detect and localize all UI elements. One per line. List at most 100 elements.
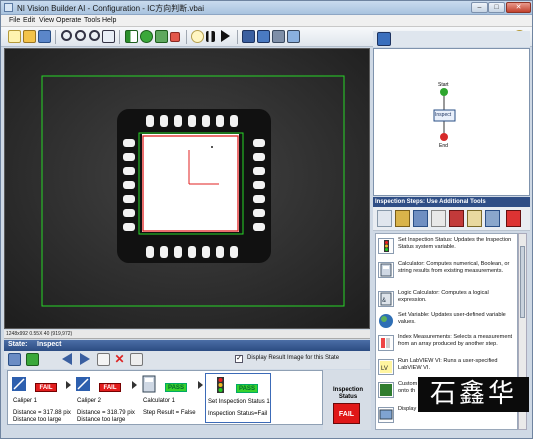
configure-state-machine-icon[interactable]	[377, 32, 391, 46]
step-status-badge: FAIL	[35, 383, 57, 392]
state-toolbar: ✕ ✓ Display Result Image for this State	[4, 351, 370, 369]
step-set-inspection-status-1[interactable]: PASS Set Inspection Status 1 Inspection …	[205, 373, 271, 423]
end-label: End	[439, 143, 448, 149]
acquire-images-icon[interactable]	[377, 210, 392, 227]
light-icon[interactable]	[191, 30, 204, 43]
run-loop-icon[interactable]	[140, 30, 153, 43]
custom-overlay-icon	[378, 382, 394, 398]
state-diagram[interactable]: Start Inspect End	[373, 48, 530, 196]
flow-panel-header	[373, 31, 530, 47]
window-title: NI Vision Builder AI - Configuration - I…	[17, 4, 205, 13]
index-icon	[378, 335, 394, 351]
step-item-set-inspection-status[interactable]: Set Inspection Status: Updates the Inspe…	[378, 237, 517, 257]
menu-operate[interactable]: Operate	[56, 17, 81, 24]
next-icon[interactable]	[221, 30, 230, 42]
display-result-label: Display Result Image for this State	[247, 355, 340, 361]
svg-text:LV: LV	[381, 366, 388, 372]
step-item-set-variable[interactable]: Set Variable: Updates user-defined varia…	[378, 312, 517, 332]
state-label: State:	[8, 341, 28, 348]
display-icon	[378, 407, 394, 423]
caliper-icon	[11, 375, 33, 393]
menu-edit[interactable]: Edit	[23, 17, 35, 24]
menu-view[interactable]: View	[39, 17, 54, 24]
app-icon	[4, 3, 13, 12]
calculator-icon	[378, 262, 394, 278]
close-button[interactable]: ✕	[506, 2, 531, 13]
open-icon[interactable]	[23, 30, 36, 43]
zoom-out-icon[interactable]	[75, 30, 86, 41]
viewer-status: 1248x992 0.55X 40 (919,972)	[4, 330, 370, 339]
state-steps-strip: FAIL Caliper 1 Distance = 317.88 pix Dis…	[7, 370, 323, 425]
menu-help[interactable]: Help	[102, 17, 116, 24]
step-item-logic-calculator[interactable]: & Logic Calculator: Computes a logical e…	[378, 290, 517, 310]
save-icon[interactable]	[38, 30, 51, 43]
maximize-button[interactable]: □	[488, 2, 505, 13]
labview-icon: LV	[378, 359, 394, 375]
display-result-checkbox[interactable]: ✓	[235, 355, 243, 363]
stop-icon[interactable]	[170, 32, 180, 42]
scrollbar-thumb[interactable]	[520, 246, 525, 318]
inspection-icon[interactable]	[287, 30, 300, 43]
inspection-image	[5, 49, 369, 328]
step-caliper-1[interactable]: FAIL Caliper 1 Distance = 317.88 pix Dis…	[11, 373, 71, 423]
use-additional-tools-icon[interactable]	[506, 210, 521, 227]
zoom-fit-icon[interactable]	[89, 30, 100, 41]
menu-bar: File Edit View Operate Tools Help	[1, 15, 532, 27]
enhance-images-icon[interactable]	[395, 210, 410, 227]
run-state-step-icon[interactable]	[26, 353, 39, 366]
move-right-icon[interactable]	[80, 353, 90, 365]
inspection-status-result: FAIL	[333, 403, 360, 424]
image-icon[interactable]	[242, 30, 255, 43]
traffic-light-icon	[212, 376, 234, 394]
step-calculator-1[interactable]: PASS Calculator 1 Step Result = False	[141, 373, 201, 423]
inspection-status-panel: Inspection Status FAIL	[323, 370, 371, 430]
minimize-button[interactable]: –	[471, 2, 488, 13]
delete-step-icon[interactable]: ✕	[113, 353, 126, 366]
state-diagram-canvas	[433, 88, 456, 141]
end-node	[440, 133, 448, 141]
check-presence-icon[interactable]	[449, 210, 464, 227]
measure-features-icon[interactable]	[431, 210, 446, 227]
move-left-icon[interactable]	[62, 353, 72, 365]
app-window: NI Vision Builder AI - Configuration - I…	[0, 0, 533, 439]
svg-text:&: &	[382, 298, 386, 304]
identify-parts-icon[interactable]	[467, 210, 482, 227]
inspection-status-title: Inspection Status	[332, 387, 363, 400]
caliper-icon	[75, 375, 97, 393]
menu-file[interactable]: File	[9, 17, 20, 24]
step-status-badge: FAIL	[99, 383, 121, 392]
image-viewer[interactable]	[4, 48, 370, 329]
results-icon[interactable]	[272, 30, 285, 43]
flow-arrow-icon	[132, 381, 137, 389]
edit-step-icon[interactable]	[8, 353, 21, 366]
locate-features-icon[interactable]	[413, 210, 428, 227]
step-icon[interactable]	[155, 30, 168, 43]
run-state-icon[interactable]	[257, 30, 270, 43]
step-item-index-measurements[interactable]: Index Measurements: Selects a measuremen…	[378, 334, 517, 354]
globe-variable-icon	[378, 313, 394, 329]
watermark-logo: 石鑫华	[418, 377, 529, 412]
step-caliper-2[interactable]: FAIL Caliper 2 Distance = 318.79 pix Dis…	[75, 373, 135, 423]
menu-tools[interactable]: Tools	[84, 17, 100, 24]
title-bar: NI Vision Builder AI - Configuration - I…	[1, 1, 532, 15]
steps-category-toolbar	[373, 207, 530, 231]
steps-panel-title: Inspection Steps: Use Additional Tools	[373, 197, 530, 207]
start-label: Start	[438, 82, 449, 88]
flow-arrow-icon	[198, 381, 203, 389]
step-properties-icon[interactable]	[130, 353, 143, 366]
inspect-label[interactable]: Inspect	[435, 112, 451, 118]
flow-arrow-icon	[66, 381, 71, 389]
calculator-icon	[141, 375, 163, 393]
step-status-badge: PASS	[236, 384, 258, 393]
copy-step-icon[interactable]	[97, 353, 110, 366]
run-once-icon[interactable]	[125, 30, 138, 43]
zoom-in-icon[interactable]	[61, 30, 72, 41]
zoom-1to1-icon[interactable]	[102, 30, 115, 43]
pause-icon[interactable]	[206, 31, 215, 42]
new-icon[interactable]	[8, 30, 21, 43]
communicate-icon[interactable]	[485, 210, 500, 227]
step-item-run-labview-vi[interactable]: LV Run LabVIEW VI: Runs a user-specified…	[378, 358, 517, 378]
state-bar: State: Inspect	[4, 340, 370, 351]
logic-calculator-icon: &	[378, 291, 394, 307]
step-item-calculator[interactable]: Calculator: Computes numerical, Boolean,…	[378, 261, 517, 288]
